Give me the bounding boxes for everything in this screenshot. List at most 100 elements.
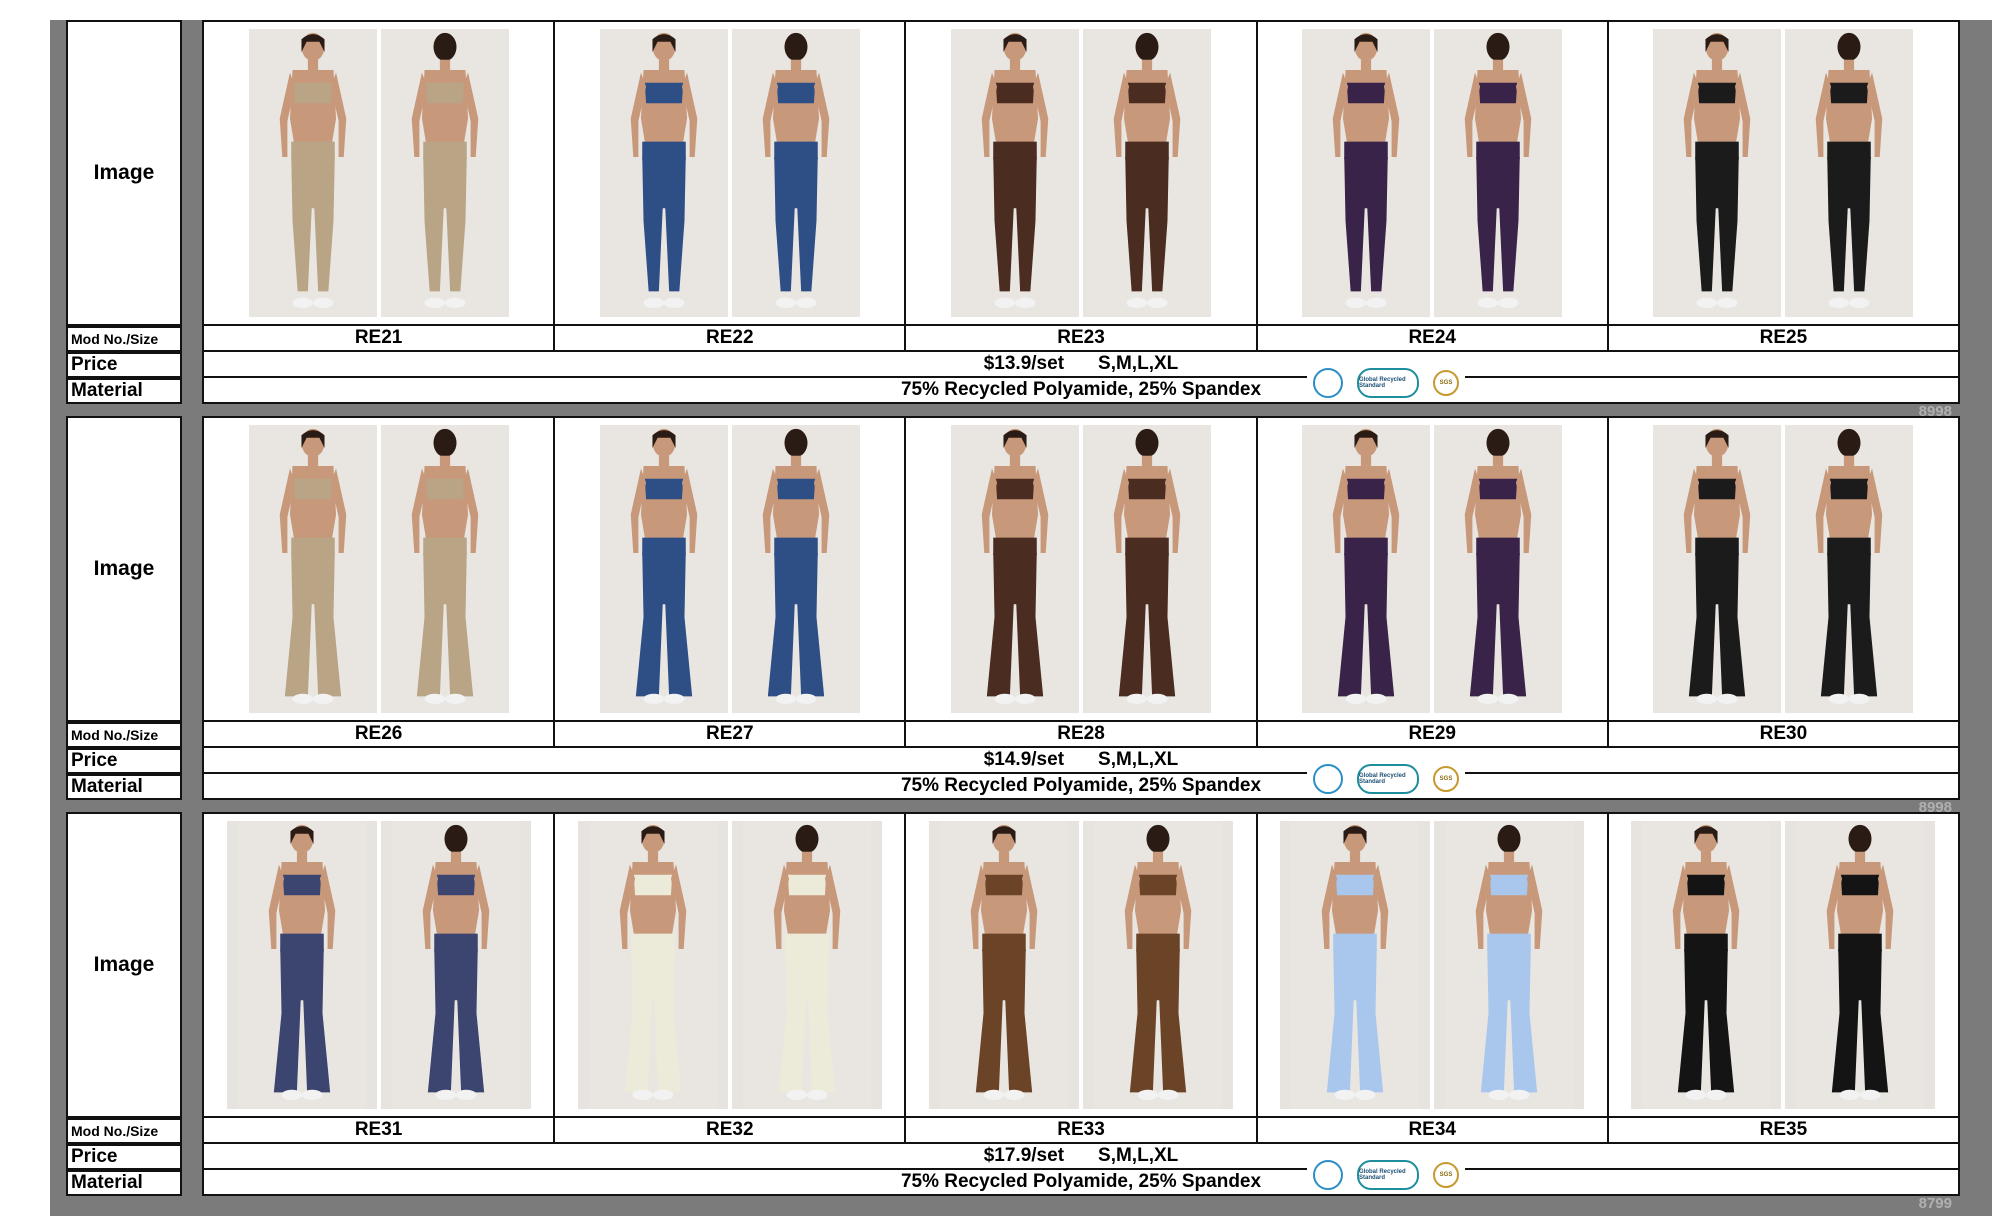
product-image-cell: [204, 814, 556, 1116]
model-front-figure: [248, 425, 377, 713]
product-photo-front: [577, 821, 728, 1109]
global-recycled-standard-icon: Global Recycled Standard: [1357, 764, 1419, 794]
price-value: $17.9/set: [983, 1145, 1065, 1166]
model-number: RE24: [1258, 326, 1609, 350]
product-image-cell: [204, 418, 556, 720]
product-grid: RE31 RE32 RE33 RE34 RE35 $17.9/set S,M,L,XL 75%…: [202, 812, 1960, 1212]
material-value: 75% Recycled Polyamide, 25% Spandex: [900, 379, 1262, 400]
model-front-figure: [951, 29, 1079, 317]
price-label: Price: [66, 748, 182, 774]
model-front-figure: [1302, 425, 1431, 713]
model-number-row: RE26 RE27 RE28 RE29 RE30: [202, 722, 1960, 748]
product-image-cell: [204, 22, 556, 324]
product-photo-front: [226, 821, 377, 1109]
label-column: Image Mod No./Size Price Material: [66, 20, 182, 404]
product-image-cell: [906, 418, 1258, 720]
model-number: RE28: [906, 722, 1258, 746]
product-image-cell: [1258, 814, 1609, 1116]
product-photo-front: [599, 425, 728, 713]
model-number: RE25: [1759, 327, 1808, 348]
price-row: $17.9/set S,M,L,XL: [202, 1144, 1960, 1170]
product-image-cell: [555, 22, 907, 324]
watermark: 8799: [1918, 1195, 1952, 1212]
eco-cert-icon: [1313, 1160, 1343, 1190]
image-label: Image: [66, 20, 182, 326]
price-value: $14.9/set: [983, 749, 1065, 770]
model-front-figure: [951, 425, 1079, 713]
material-label: Material: [66, 774, 182, 800]
product-image-cell: [1609, 418, 1958, 720]
product-photo-back: [1083, 29, 1211, 317]
product-image-cell: [555, 814, 907, 1116]
product-photo-back: [1434, 425, 1563, 713]
product-photo-back: [1083, 821, 1233, 1109]
material-label: Material: [66, 1170, 182, 1196]
product-photo-back: [380, 29, 509, 317]
model-back-figure: [742, 821, 871, 1109]
model-back-figure: [1796, 821, 1925, 1109]
price-row: $13.9/set S,M,L,XL: [202, 352, 1960, 378]
image-label: Image: [66, 416, 182, 722]
model-number: RE32: [555, 1118, 907, 1142]
model-back-figure: [380, 29, 509, 317]
product-photo-back: [731, 425, 860, 713]
product-photo-back: [1434, 29, 1563, 317]
image-row: [202, 20, 1960, 326]
model-number: RE27: [555, 722, 907, 746]
product-photo-back: [731, 29, 860, 317]
product-photo-back: [1785, 425, 1914, 713]
model-number: RE34: [1258, 1118, 1609, 1142]
model-back-figure: [1785, 29, 1914, 317]
size-range: S,M,L,XL: [1098, 1145, 1179, 1166]
model-back-figure: [1094, 821, 1222, 1109]
model-number: RE33: [906, 1118, 1258, 1142]
product-photo-back: [1434, 821, 1585, 1109]
price-label: Price: [66, 1144, 182, 1170]
model-front-figure: [237, 821, 366, 1109]
model-front-figure: [588, 821, 717, 1109]
model-front-figure: [1653, 29, 1782, 317]
model-front-figure: [1291, 821, 1420, 1109]
image-row: [202, 812, 1960, 1118]
model-back-figure: [380, 425, 509, 713]
model-back-figure: [1434, 425, 1563, 713]
product-photo-back: [1785, 29, 1914, 317]
product-photo-front: [248, 425, 377, 713]
material-label: Material: [66, 378, 182, 404]
product-grid: RE21 RE22 RE23 RE24 RE25 $13.9/set S,M,L,XL 75%…: [202, 20, 1960, 420]
model-front-figure: [599, 425, 728, 713]
product-photo-back: [380, 425, 509, 713]
product-photo-front: [1631, 821, 1782, 1109]
product-photo-back: [380, 821, 531, 1109]
material-value: 75% Recycled Polyamide, 25% Spandex: [900, 1171, 1262, 1192]
product-photo-back: [731, 821, 882, 1109]
model-number: RE30: [1759, 723, 1808, 744]
product-photo-front: [951, 29, 1079, 317]
product-photo-front: [1280, 821, 1431, 1109]
product-image-cell: [1258, 22, 1609, 324]
mod-size-label: Mod No./Size: [66, 1118, 182, 1144]
model-number-row: RE31 RE32 RE33 RE34 RE35: [202, 1118, 1960, 1144]
model-back-figure: [1083, 425, 1211, 713]
certification-logos: Global Recycled Standard SGS: [1307, 762, 1465, 796]
model-front-figure: [940, 821, 1068, 1109]
product-image-cell: [906, 22, 1258, 324]
model-number: RE23: [906, 326, 1258, 350]
mod-size-label: Mod No./Size: [66, 326, 182, 352]
model-back-figure: [391, 821, 520, 1109]
product-block: Image Mod No./Size Price Material: [66, 20, 1960, 420]
global-recycled-standard-icon: Global Recycled Standard: [1357, 1160, 1419, 1190]
product-image-cell: [1609, 22, 1958, 324]
product-photo-front: [951, 425, 1079, 713]
material-row: 75% Recycled Polyamide, 25% Spandex Globa…: [202, 762, 1960, 816]
sgs-cert-icon: SGS: [1433, 1162, 1459, 1188]
model-back-figure: [1445, 821, 1574, 1109]
model-number: RE31: [204, 1118, 556, 1142]
certification-logos: Global Recycled Standard SGS: [1307, 1158, 1465, 1192]
product-image-cell: [1609, 814, 1958, 1116]
price-row: $14.9/set S,M,L,XL: [202, 748, 1960, 774]
eco-cert-icon: [1313, 368, 1343, 398]
price-value: $13.9/set: [983, 353, 1065, 374]
product-image-cell: [1258, 418, 1609, 720]
size-range: S,M,L,XL: [1098, 353, 1179, 374]
